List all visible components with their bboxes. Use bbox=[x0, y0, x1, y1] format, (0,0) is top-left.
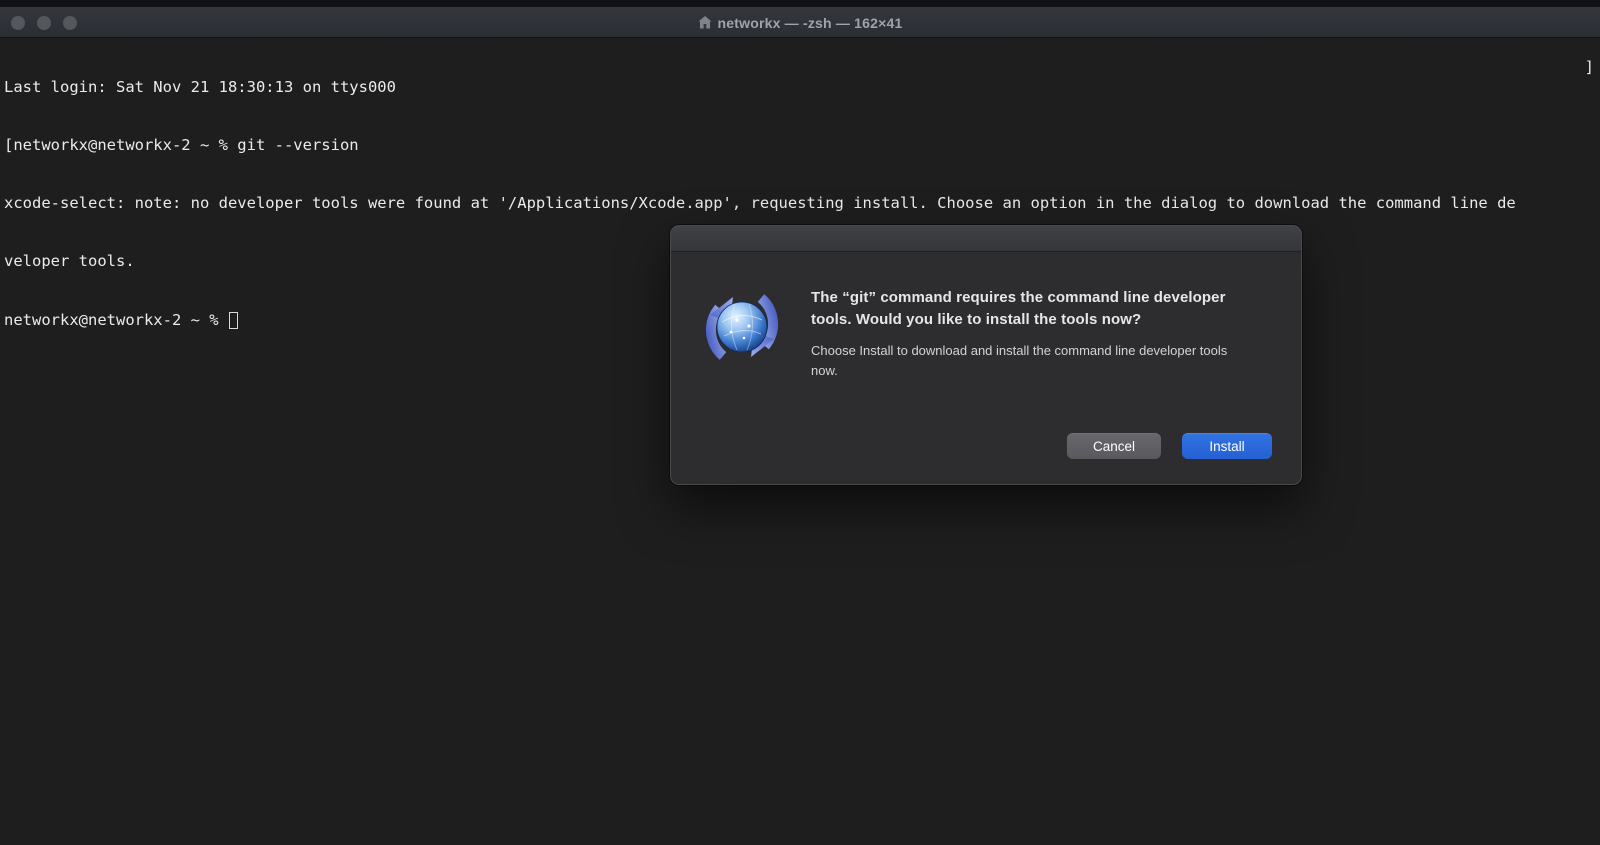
terminal-titlebar[interactable]: networkx — -zsh — 162×41 bbox=[0, 7, 1600, 38]
terminal-cursor bbox=[229, 312, 238, 329]
dialog-body-text: Choose Install to download and install t… bbox=[811, 341, 1251, 380]
dialog-content: The “git” command requires the command l… bbox=[697, 282, 1251, 380]
dialog-titlebar[interactable] bbox=[671, 226, 1301, 252]
cancel-button[interactable]: Cancel bbox=[1067, 433, 1161, 459]
software-update-icon bbox=[697, 282, 787, 372]
screen-top-edge bbox=[0, 0, 1600, 7]
terminal-prompt: networkx@networkx-2 ~ % bbox=[4, 311, 228, 330]
window-title-area: networkx — -zsh — 162×41 bbox=[0, 7, 1600, 38]
window-title: networkx — -zsh — 162×41 bbox=[718, 15, 903, 31]
developer-tools-dialog: The “git” command requires the command l… bbox=[670, 225, 1302, 485]
home-folder-icon bbox=[698, 16, 712, 29]
terminal-line: [networkx@networkx-2 ~ % git --version bbox=[4, 136, 1600, 155]
terminal-line: Last login: Sat Nov 21 18:30:13 on ttys0… bbox=[4, 78, 1600, 97]
dialog-text: The “git” command requires the command l… bbox=[811, 282, 1251, 380]
dialog-buttons: Cancel Install bbox=[1067, 433, 1272, 459]
dialog-headline: The “git” command requires the command l… bbox=[811, 287, 1251, 330]
install-button[interactable]: Install bbox=[1182, 433, 1272, 459]
command-mark-bracket: ] bbox=[1585, 58, 1594, 77]
terminal-line: xcode-select: note: no developer tools w… bbox=[4, 194, 1600, 213]
